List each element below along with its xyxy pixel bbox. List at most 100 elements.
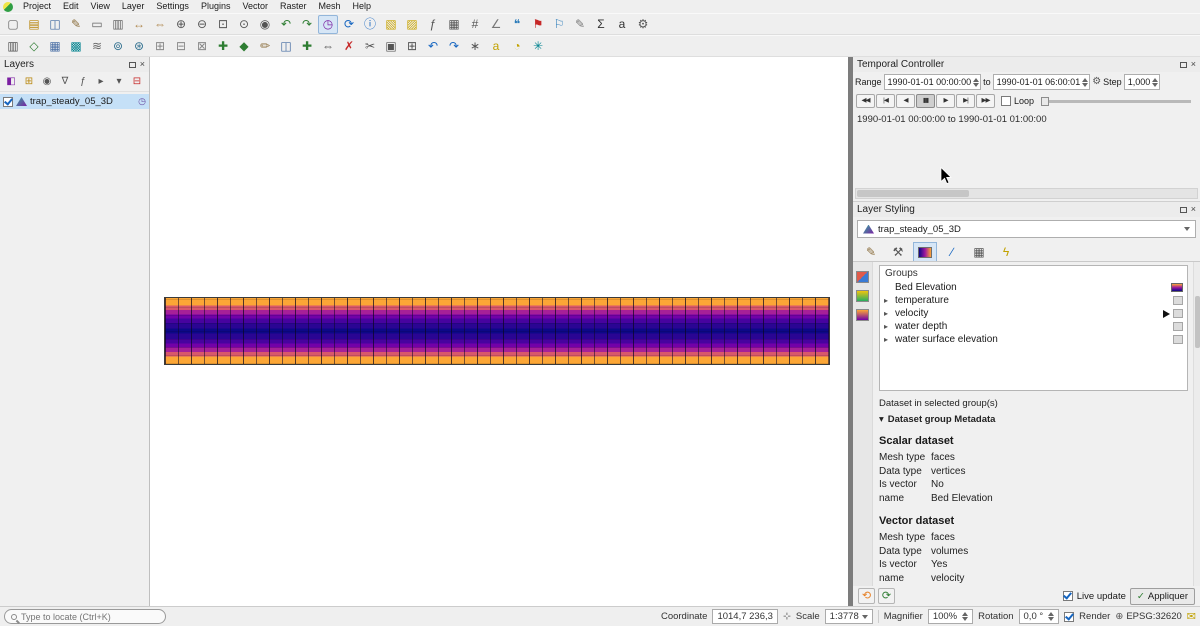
menu-help[interactable]: Help	[347, 0, 378, 13]
identify-icon[interactable]: ⓘ	[360, 15, 380, 34]
save-style-icon[interactable]: ⟳	[878, 588, 895, 604]
spinner[interactable]	[973, 78, 979, 87]
new-bookmark-icon[interactable]: ⚑	[528, 15, 548, 34]
coordinate-input[interactable]: 1014,7 236,3	[712, 609, 777, 624]
vertex-tool-icon[interactable]: ∗	[465, 37, 485, 56]
dataset-group-water-surface-elevation[interactable]: ▸ water surface elevation	[880, 333, 1187, 346]
spinner[interactable]	[1048, 612, 1054, 621]
metadata-section-header[interactable]: ▾ Dataset group Metadata	[879, 414, 1188, 425]
temporal-slider[interactable]	[1041, 100, 1191, 103]
locate-input[interactable]	[21, 612, 141, 622]
profile-tab-icon[interactable]: ∕	[940, 242, 964, 261]
mesh-digitizing-icon[interactable]: ✳	[528, 37, 548, 56]
live-update-checkbox[interactable]	[1063, 591, 1073, 601]
scalar-inactive-badge[interactable]	[1173, 322, 1183, 331]
float-panel-icon[interactable]	[1180, 207, 1187, 213]
layout-manager-icon[interactable]: ▥	[108, 15, 128, 34]
magnifier-input[interactable]: 100%	[928, 609, 973, 624]
diagram-icon[interactable]: ◔	[507, 37, 527, 56]
new-geopackage-icon[interactable]: ◆	[234, 37, 254, 56]
spinner[interactable]	[1152, 78, 1158, 87]
pan-to-selection-icon[interactable]: ⇔	[150, 15, 170, 34]
add-wfs-icon[interactable]: ⊠	[192, 37, 212, 56]
datasets-strip-icon[interactable]	[856, 271, 869, 283]
spinner[interactable]	[962, 612, 968, 621]
add-wcs-icon[interactable]: ⊟	[171, 37, 191, 56]
pan-map-icon[interactable]: ↔	[129, 15, 149, 34]
filter-expression-icon[interactable]: ƒ	[75, 74, 91, 89]
rotation-input[interactable]: 0,0 °	[1019, 609, 1060, 624]
scalar-settings-strip-icon[interactable]	[856, 290, 869, 302]
locate-search[interactable]	[4, 609, 166, 624]
zoom-last-icon[interactable]: ↶	[276, 15, 296, 34]
reset-style-icon[interactable]: ⟲	[858, 588, 875, 604]
annotation-icon[interactable]: ✎	[570, 15, 590, 34]
expand-all-icon[interactable]: ▸	[93, 74, 109, 89]
add-mesh-layer-icon[interactable]: ▩	[66, 37, 86, 56]
menu-plugins[interactable]: Plugins	[195, 0, 237, 13]
render-checkbox[interactable]	[1064, 612, 1074, 622]
measure-icon[interactable]: ∠	[486, 15, 506, 34]
float-panel-icon[interactable]	[1180, 62, 1187, 68]
field-calculator-icon[interactable]: #	[465, 15, 485, 34]
range-end-input[interactable]: 1990-01-01 06:00:01	[993, 74, 1091, 90]
fast-forward-button[interactable]: ▶▶	[976, 94, 995, 108]
paste-features-icon[interactable]: ⊞	[402, 37, 422, 56]
styling-scrollbar-thumb[interactable]	[1195, 296, 1200, 348]
refresh-icon[interactable]: ⟳	[339, 15, 359, 34]
show-bookmarks-icon[interactable]: ⚐	[549, 15, 569, 34]
menu-vector[interactable]: Vector	[236, 0, 274, 13]
copy-features-icon[interactable]: ▣	[381, 37, 401, 56]
scalar-inactive-badge[interactable]	[1173, 335, 1183, 344]
close-panel-icon[interactable]: ×	[140, 60, 145, 69]
delete-selected-icon[interactable]: ✗	[339, 37, 359, 56]
add-postgis-icon[interactable]: ⊚	[108, 37, 128, 56]
crs-status[interactable]: ⊕ EPSG:32620	[1115, 611, 1181, 622]
redo-icon[interactable]: ↷	[444, 37, 464, 56]
select-by-expression-icon[interactable]: ƒ	[423, 15, 443, 34]
close-panel-icon[interactable]: ×	[1191, 60, 1196, 69]
dataset-group-water-depth[interactable]: ▸ water depth	[880, 320, 1187, 333]
mesh-frame-tab-icon[interactable]: ▦	[967, 242, 991, 261]
rewind-button[interactable]: ◀◀	[856, 94, 875, 108]
layer-visibility-checkbox[interactable]	[3, 97, 13, 107]
step-back-button[interactable]: ◀	[896, 94, 915, 108]
menu-view[interactable]: View	[85, 0, 116, 13]
float-panel-icon[interactable]	[129, 62, 136, 68]
temporal-scrollbar-thumb[interactable]	[857, 190, 969, 197]
source-tab-icon[interactable]: ⚒	[886, 242, 910, 261]
contours-tab-icon[interactable]	[913, 242, 937, 261]
skip-start-button[interactable]: |◀	[876, 94, 895, 108]
apply-button[interactable]: ✓ Appliquer	[1130, 588, 1195, 605]
toggle-editing-icon[interactable]: ✏	[255, 37, 275, 56]
temporal-controller-icon[interactable]: ◷	[318, 15, 338, 34]
vector-settings-strip-icon[interactable]	[856, 309, 869, 321]
expand-arrow[interactable]: ▸	[884, 296, 892, 305]
cut-features-icon[interactable]: ✂	[360, 37, 380, 56]
add-raster-layer-icon[interactable]: ▦	[45, 37, 65, 56]
open-project-icon[interactable]: ▤	[24, 15, 44, 34]
zoom-next-icon[interactable]: ↷	[297, 15, 317, 34]
filter-legend-icon[interactable]: ∇	[57, 74, 73, 89]
zoom-out-icon[interactable]: ⊖	[192, 15, 212, 34]
zoom-full-icon[interactable]: ⊡	[213, 15, 233, 34]
styling-layer-selector[interactable]: trap_steady_05_3D	[857, 220, 1196, 238]
expand-arrow[interactable]: ▸	[884, 322, 892, 331]
menu-mesh[interactable]: Mesh	[313, 0, 347, 13]
zoom-to-selection-icon[interactable]: ⊙	[234, 15, 254, 34]
zoom-in-icon[interactable]: ⊕	[171, 15, 191, 34]
menu-settings[interactable]: Settings	[150, 0, 195, 13]
save-project-icon[interactable]: ◫	[45, 15, 65, 34]
step-forward-button[interactable]: ▶|	[956, 94, 975, 108]
pause-button[interactable]: ▮▮	[916, 94, 935, 108]
attribute-table-icon[interactable]: ▦	[444, 15, 464, 34]
add-wms-icon[interactable]: ⊞	[150, 37, 170, 56]
menu-raster[interactable]: Raster	[274, 0, 313, 13]
add-delimited-text-icon[interactable]: ≋	[87, 37, 107, 56]
save-edits-icon[interactable]: ◫	[276, 37, 296, 56]
messages-icon[interactable]: ✉	[1187, 610, 1196, 623]
map-themes-icon[interactable]: ◉	[39, 74, 55, 89]
spinner[interactable]	[1082, 78, 1088, 87]
coordinate-extent-icon[interactable]: ⊹	[783, 611, 791, 622]
data-source-manager-icon[interactable]: ▥	[3, 37, 23, 56]
